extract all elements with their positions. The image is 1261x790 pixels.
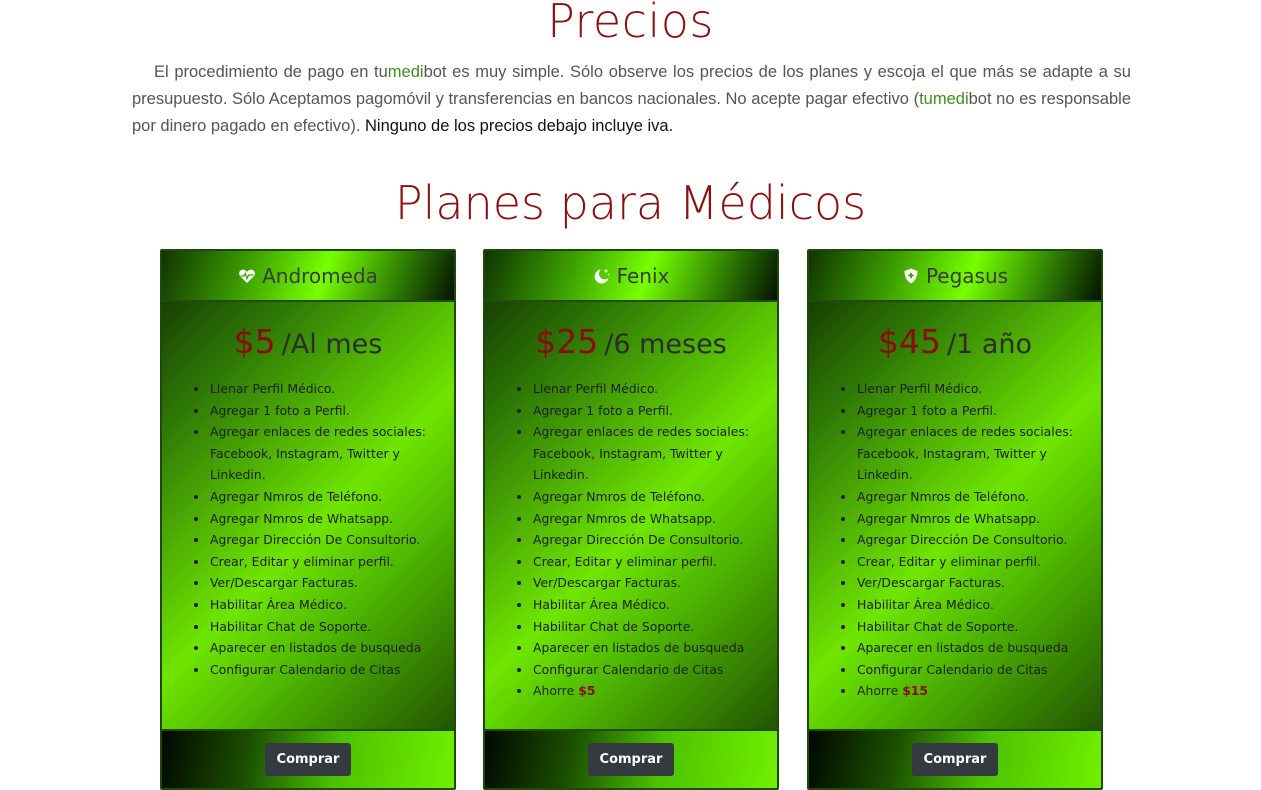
plan-price: $45/1 año [809,322,1101,366]
list-item: Agregar Dirección De Consultorio. [209,529,435,551]
intro-paragraph: El procedimiento de pago en tumedibot es… [132,59,1131,140]
list-item: Llenar Perfil Médico. [209,378,435,400]
heart-pulse-icon [238,267,256,285]
list-item: Habilitar Chat de Soporte. [209,616,435,638]
list-item: Crear, Editar y eliminar perfil. [209,551,435,573]
list-item: Aparecer en listados de busqueda [532,637,758,659]
plan-name: Andromeda [262,263,378,288]
list-item: Agregar enlaces de redes sociales: Faceb… [209,421,435,486]
brand-medi: medi [387,63,424,81]
plan-card-footer: Comprar [809,729,1101,788]
list-item: Configurar Calendario de Citas [532,659,758,681]
list-item: Crear, Editar y eliminar perfil. [532,551,758,573]
price-amount: $5 [233,322,276,361]
plan-card-fenix: Fenix $25/6 meses Llenar Perfil Médico. … [483,249,779,790]
list-item: Llenar Perfil Médico. [856,378,1082,400]
list-item: Agregar Nmros de Teléfono. [209,486,435,508]
plan-card-andromeda: Andromeda $5/Al mes Llenar Perfil Médico… [160,249,456,790]
list-item: Configurar Calendario de Citas [856,659,1082,681]
price-period: /6 meses [604,329,727,360]
list-item: Llenar Perfil Médico. [532,378,758,400]
list-item: Ver/Descargar Facturas. [532,572,758,594]
price-period: /Al mes [281,329,383,360]
price-amount: $45 [877,322,941,361]
plan-card-footer: Comprar [162,729,454,788]
savings-item: Ahorre $5 [532,680,758,702]
price-amount: $25 [535,322,599,361]
feature-list: Llenar Perfil Médico. Agregar 1 foto a P… [856,378,1082,702]
price-period: /1 año [946,329,1033,360]
list-item: Habilitar Chat de Soporte. [856,616,1082,638]
plan-price: $25/6 meses [485,322,777,366]
savings-label: Ahorre [857,683,899,699]
shield-plus-icon [902,267,920,285]
list-item: Habilitar Chat de Soporte. [532,616,758,638]
list-item: Habilitar Área Médico. [856,594,1082,616]
intro-text-1: El procedimiento de pago en [154,63,375,81]
plan-card-footer: Comprar [485,729,777,788]
list-item: Ver/Descargar Facturas. [209,572,435,594]
savings-item: Ahorre $15 [856,680,1082,702]
page-title: Precios [547,0,714,48]
plan-name: Fenix [616,263,670,288]
list-item: Crear, Editar y eliminar perfil. [856,551,1082,573]
feature-list: Llenar Perfil Médico. Agregar 1 foto a P… [532,378,758,702]
list-item: Agregar 1 foto a Perfil. [856,400,1082,422]
list-item: Agregar enlaces de redes sociales: Faceb… [532,421,758,486]
plans-section-title: Planes para Médicos [394,176,867,230]
list-item: Agregar 1 foto a Perfil. [209,400,435,422]
feature-list: Llenar Perfil Médico. Agregar 1 foto a P… [209,378,435,680]
list-item: Habilitar Área Médico. [532,594,758,616]
buy-button-pegasus[interactable]: Comprar [911,743,999,776]
buy-button-fenix[interactable]: Comprar [587,743,675,776]
vat-notice: Ninguno de los precios debajo incluye iv… [365,117,674,135]
list-item: Agregar Nmros de Teléfono. [532,486,758,508]
list-item: Agregar enlaces de redes sociales: Faceb… [856,421,1082,486]
buy-button-andromeda[interactable]: Comprar [264,743,352,776]
list-item: Agregar Nmros de Teléfono. [856,486,1082,508]
list-item: Habilitar Área Médico. [209,594,435,616]
savings-value: $5 [578,683,596,699]
savings-value: $15 [902,683,929,699]
savings-label: Ahorre [533,683,575,699]
list-item: Agregar 1 foto a Perfil. [532,400,758,422]
brand-tu: tu [374,63,388,81]
list-item: Agregar Dirección De Consultorio. [532,529,758,551]
moon-stars-icon [593,267,611,285]
plan-name: Pegasus [925,263,1009,288]
list-item: Configurar Calendario de Citas [209,659,435,681]
plan-price: $5/Al mes [162,322,454,366]
plan-card-header: Andromeda [162,251,454,302]
plan-card-header: Fenix [485,251,777,302]
list-item: Agregar Nmros de Whatsapp. [532,508,758,530]
brand-tu-2: tumedibot [919,90,992,108]
list-item: Aparecer en listados de busqueda [209,637,435,659]
list-item: Agregar Nmros de Whatsapp. [209,508,435,530]
list-item: Agregar Nmros de Whatsapp. [856,508,1082,530]
plan-card-header: Pegasus [809,251,1101,302]
list-item: Agregar Dirección De Consultorio. [856,529,1082,551]
brand-bot: bot [423,63,447,81]
list-item: Aparecer en listados de busqueda [856,637,1082,659]
plan-card-pegasus: Pegasus $45/1 año Llenar Perfil Médico. … [807,249,1103,790]
list-item: Ver/Descargar Facturas. [856,572,1082,594]
